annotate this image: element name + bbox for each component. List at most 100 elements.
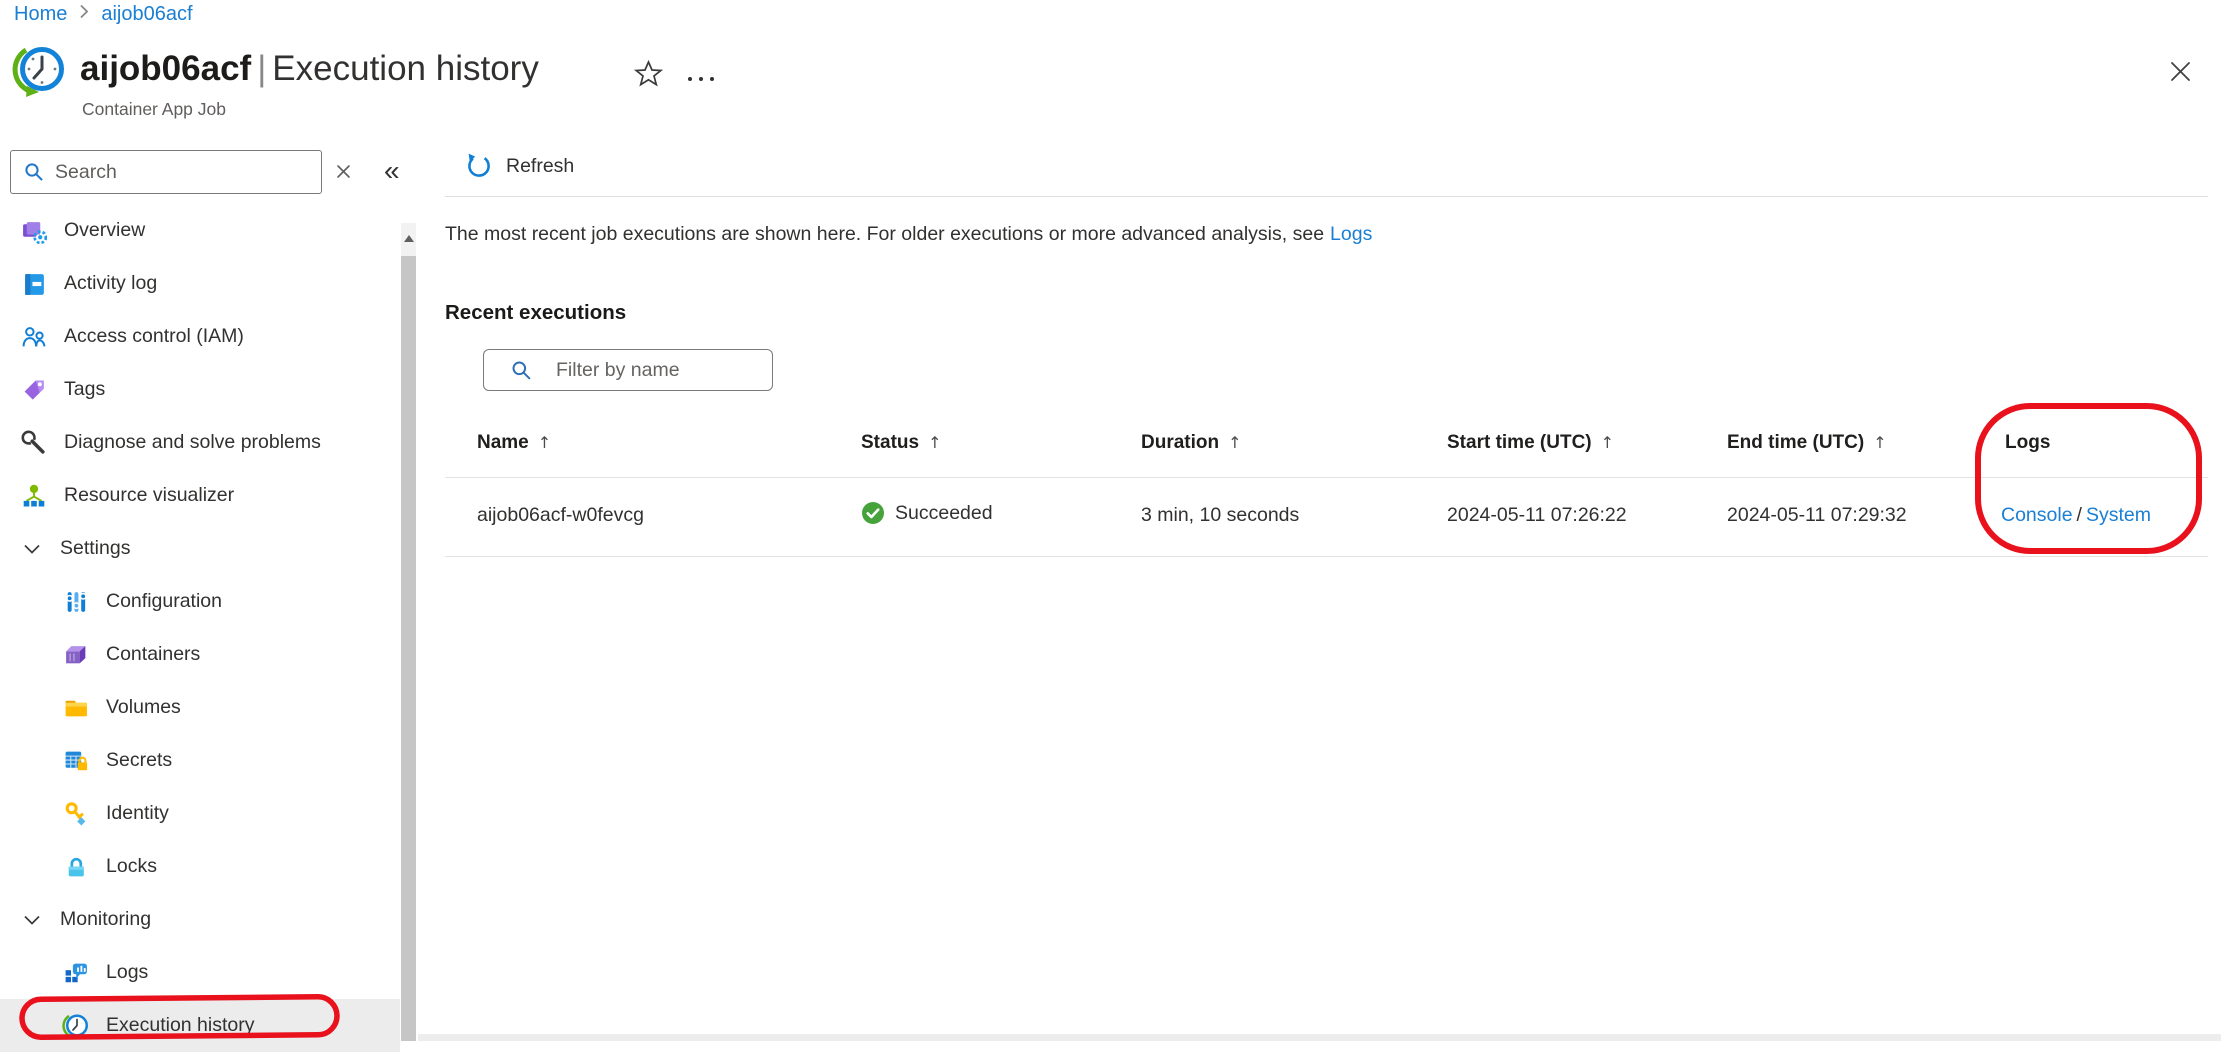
breadcrumb: Home aijob06acf (14, 3, 193, 26)
title-separator: | (251, 49, 272, 88)
annotation-circle-logs-column (1972, 400, 2206, 558)
column-header-logs: Logs (2005, 432, 2050, 454)
sidebar-group-label: Monitoring (60, 908, 151, 931)
scroll-up-arrow-icon (404, 235, 414, 242)
sort-ascending-icon: ↑ (538, 433, 551, 452)
sidebar-group-monitoring[interactable]: Monitoring (0, 893, 400, 946)
sidebar-item-configuration[interactable]: Configuration (0, 575, 400, 628)
table-header-divider (445, 477, 2208, 478)
clear-search-button[interactable] (335, 163, 352, 185)
console-logs-link[interactable]: Console (2001, 504, 2073, 526)
system-logs-link[interactable]: System (2086, 504, 2151, 526)
more-options-button[interactable] (688, 77, 714, 81)
refresh-button[interactable]: Refresh (464, 152, 574, 181)
resource-tree-icon (20, 482, 47, 509)
refresh-icon (464, 152, 493, 181)
scrollbar-thumb[interactable] (401, 256, 416, 1041)
secrets-lock-icon (62, 747, 89, 774)
filter-box (483, 349, 773, 391)
sidebar-item-locks[interactable]: Locks (0, 840, 400, 893)
favorite-button[interactable] (634, 60, 663, 93)
sidebar-item-resource-visualizer[interactable]: Resource visualizer (0, 469, 400, 522)
filter-by-name-input[interactable] (556, 359, 772, 382)
sidebar-item-label: Execution history (106, 1014, 255, 1037)
horizontal-scrollbar[interactable] (418, 1034, 2221, 1041)
sidebar-item-label: Resource visualizer (64, 484, 234, 507)
sidebar-item-label: Containers (106, 643, 200, 666)
toolbar-divider (445, 196, 2208, 197)
overview-icon (20, 217, 47, 244)
sliders-icon (62, 588, 89, 615)
chevron-down-icon (21, 538, 43, 560)
sidebar-search-box (10, 150, 322, 194)
sidebar-item-label: Activity log (64, 272, 157, 295)
filter-search-icon (511, 360, 532, 381)
sidebar-item-volumes[interactable]: Volumes (0, 681, 400, 734)
refresh-label: Refresh (506, 155, 574, 178)
sidebar-item-overview[interactable]: Overview (0, 204, 400, 257)
sidebar-item-diagnose[interactable]: Diagnose and solve problems (0, 416, 400, 469)
sidebar-item-label: Overview (64, 219, 145, 242)
sidebar-item-label: Configuration (106, 590, 222, 613)
execution-duration-cell: 3 min, 10 seconds (1141, 504, 1299, 527)
sidebar-item-tags[interactable]: Tags (0, 363, 400, 416)
key-icon (62, 800, 89, 827)
sidebar-item-logs[interactable]: Logs (0, 946, 400, 999)
sort-ascending-icon: ↑ (1873, 433, 1886, 452)
success-check-icon (861, 501, 885, 525)
close-icon (2167, 58, 2194, 85)
page-title: aijob06acf|Execution history (80, 49, 539, 89)
sidebar-item-label: Volumes (106, 696, 181, 719)
breadcrumb-resource-link[interactable]: aijob06acf (101, 3, 192, 26)
column-header-start-time[interactable]: Start time (UTC)↑ (1447, 432, 1614, 454)
scroll-up-button[interactable] (401, 223, 416, 253)
sidebar-item-label: Access control (IAM) (64, 325, 244, 348)
sidebar-item-access-control[interactable]: Access control (IAM) (0, 310, 400, 363)
sidebar: « Overview Activity log (0, 140, 440, 1041)
sidebar-item-label: Logs (106, 961, 148, 984)
sidebar-group-label: Settings (60, 537, 130, 560)
folder-icon (62, 694, 89, 721)
blade-title: Execution history (272, 49, 539, 88)
clear-x-icon (335, 163, 352, 180)
sidebar-item-label: Identity (106, 802, 169, 825)
collapse-sidebar-button[interactable]: « (384, 151, 400, 190)
recent-executions-title: Recent executions (445, 301, 626, 325)
sort-ascending-icon: ↑ (1228, 433, 1241, 452)
sidebar-search-input[interactable] (55, 161, 311, 184)
column-header-duration[interactable]: Duration↑ (1141, 432, 1242, 454)
execution-history-clock-icon (62, 1012, 89, 1039)
star-icon (634, 60, 663, 88)
resource-name: aijob06acf (80, 49, 251, 88)
logs-link[interactable]: Logs (1330, 223, 1372, 245)
column-header-end-time[interactable]: End time (UTC)↑ (1727, 432, 1887, 454)
sidebar-item-label: Locks (106, 855, 157, 878)
sidebar-item-activity-log[interactable]: Activity log (0, 257, 400, 310)
breadcrumb-home-link[interactable]: Home (14, 3, 67, 26)
sidebar-group-settings[interactable]: Settings (0, 522, 400, 575)
logs-icon (62, 959, 89, 986)
sidebar-item-identity[interactable]: Identity (0, 787, 400, 840)
sidebar-item-execution-history[interactable]: Execution history (0, 999, 400, 1052)
sidebar-item-label: Tags (64, 378, 105, 401)
close-button[interactable] (2167, 58, 2194, 90)
status-label: Succeeded (895, 502, 993, 525)
container-app-job-icon (12, 43, 66, 102)
sidebar-scrollbar[interactable] (401, 223, 416, 1041)
activity-log-icon (20, 270, 47, 297)
column-header-status[interactable]: Status↑ (861, 432, 941, 454)
sidebar-item-label: Secrets (106, 749, 172, 772)
sort-ascending-icon: ↑ (1601, 433, 1614, 452)
chevron-down-icon (21, 909, 43, 931)
sidebar-item-containers[interactable]: Containers (0, 628, 400, 681)
execution-logs-cell: Console/System (2001, 504, 2151, 527)
execution-start-time-cell: 2024-05-11 07:26:22 (1447, 504, 1627, 527)
ellipsis-icon (688, 77, 692, 81)
people-icon (20, 323, 47, 350)
execution-status-cell: Succeeded (861, 501, 993, 525)
execution-name-cell: aijob06acf-w0fevcg (477, 504, 644, 527)
breadcrumb-chevron-icon (79, 3, 89, 26)
tag-icon (20, 376, 47, 403)
sidebar-item-secrets[interactable]: Secrets (0, 734, 400, 787)
column-header-name[interactable]: Name↑ (477, 432, 551, 454)
